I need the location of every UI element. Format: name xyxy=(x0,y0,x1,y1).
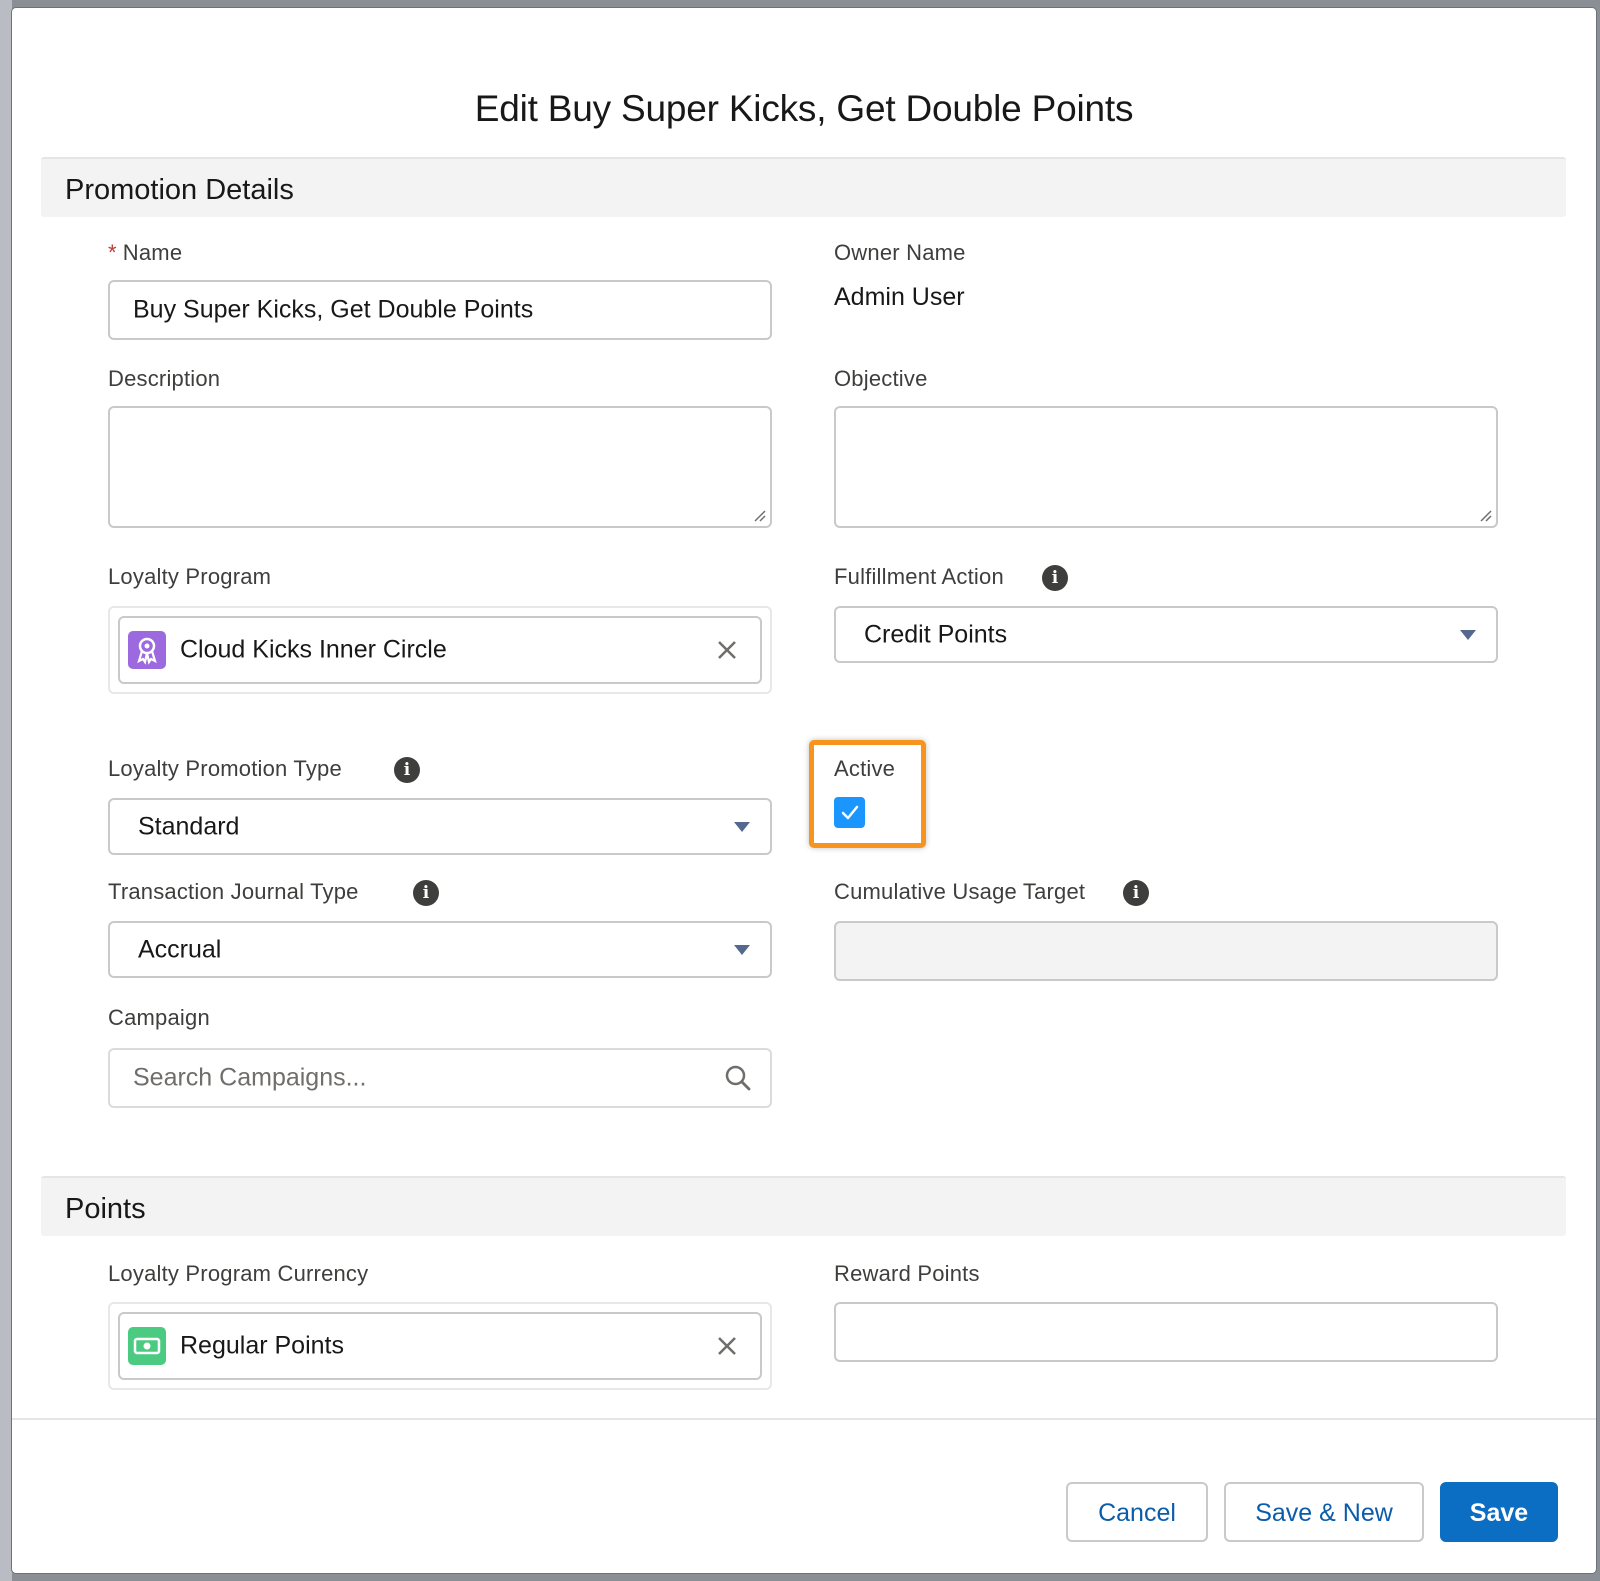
info-icon[interactable]: i xyxy=(1042,565,1068,591)
info-icon[interactable]: i xyxy=(394,757,420,783)
footer-divider xyxy=(12,1418,1596,1420)
campaign-label: Campaign xyxy=(108,1005,210,1030)
loyalty-program-currency-pill[interactable]: Regular Points xyxy=(118,1312,762,1380)
fulfillment-action-select[interactable]: Credit Points xyxy=(834,606,1498,663)
save-and-new-button[interactable]: Save & New xyxy=(1224,1482,1424,1542)
info-icon[interactable]: i xyxy=(413,880,439,906)
edit-promotion-modal: Edit Buy Super Kicks, Get Double Points … xyxy=(12,8,1596,1573)
fulfillment-action-value: Credit Points xyxy=(864,620,1008,648)
loyalty-program-value: Cloud Kicks Inner Circle xyxy=(180,635,447,664)
loyalty-program-currency-lookup[interactable]: Regular Points xyxy=(108,1302,772,1390)
active-label: Active xyxy=(834,756,896,781)
objective-textarea[interactable] xyxy=(834,406,1498,528)
section-header-promotion-details[interactable]: Promotion Details xyxy=(41,157,1566,217)
section-title: Points xyxy=(65,1193,146,1225)
cancel-button[interactable]: Cancel xyxy=(1066,1482,1208,1542)
search-icon[interactable] xyxy=(724,1064,752,1092)
reward-points-input[interactable] xyxy=(834,1302,1498,1362)
clear-selection-icon[interactable] xyxy=(716,1335,738,1357)
resize-grip-icon[interactable] xyxy=(754,510,766,522)
campaign-search-input[interactable]: Search Campaigns... xyxy=(108,1048,772,1108)
loyalty-promotion-type-select[interactable]: Standard xyxy=(108,798,772,855)
reward-points-label: Reward Points xyxy=(834,1261,980,1286)
award-ribbon-icon xyxy=(128,631,166,669)
loyalty-program-lookup[interactable]: Cloud Kicks Inner Circle xyxy=(108,606,772,694)
transaction-journal-type-select[interactable]: Accrual xyxy=(108,921,772,978)
chevron-down-icon xyxy=(734,821,750,832)
owner-name-value: Admin User xyxy=(834,283,965,311)
required-marker: * xyxy=(108,240,117,265)
name-input-value: Buy Super Kicks, Get Double Points xyxy=(133,295,534,324)
loyalty-program-currency-label: Loyalty Program Currency xyxy=(108,1261,369,1286)
cash-icon xyxy=(128,1327,166,1365)
description-label: Description xyxy=(108,366,221,391)
loyalty-program-label: Loyalty Program xyxy=(108,564,272,589)
active-checkbox[interactable] xyxy=(834,797,865,828)
cumulative-usage-target-label: Cumulative Usage Target xyxy=(834,879,1086,904)
section-header-points[interactable]: Points xyxy=(41,1176,1566,1236)
owner-name-label: Owner Name xyxy=(834,240,966,265)
campaign-placeholder: Search Campaigns... xyxy=(133,1063,367,1092)
transaction-journal-type-value: Accrual xyxy=(138,935,222,963)
cumulative-usage-target-input[interactable] xyxy=(834,921,1498,981)
objective-label: Objective xyxy=(834,366,928,391)
description-textarea[interactable] xyxy=(108,406,772,528)
chevron-down-icon xyxy=(734,944,750,955)
modal-title: Edit Buy Super Kicks, Get Double Points xyxy=(474,88,1134,129)
page-backdrop xyxy=(0,0,12,1581)
transaction-journal-type-label: Transaction Journal Type xyxy=(108,879,359,904)
name-label: * Name xyxy=(108,240,183,265)
loyalty-program-currency-value: Regular Points xyxy=(180,1331,344,1360)
section-title: Promotion Details xyxy=(65,174,294,206)
resize-grip-icon[interactable] xyxy=(1480,510,1492,522)
clear-selection-icon[interactable] xyxy=(716,639,738,661)
chevron-down-icon xyxy=(1460,629,1476,640)
checkmark-icon xyxy=(841,805,859,820)
save-button[interactable]: Save xyxy=(1440,1482,1558,1542)
fulfillment-action-label: Fulfillment Action xyxy=(834,564,1004,589)
loyalty-program-pill[interactable]: Cloud Kicks Inner Circle xyxy=(118,616,762,684)
loyalty-promotion-type-label: Loyalty Promotion Type xyxy=(108,756,342,781)
info-icon[interactable]: i xyxy=(1123,880,1149,906)
name-input[interactable]: Buy Super Kicks, Get Double Points xyxy=(108,280,772,340)
loyalty-promotion-type-value: Standard xyxy=(138,812,240,840)
